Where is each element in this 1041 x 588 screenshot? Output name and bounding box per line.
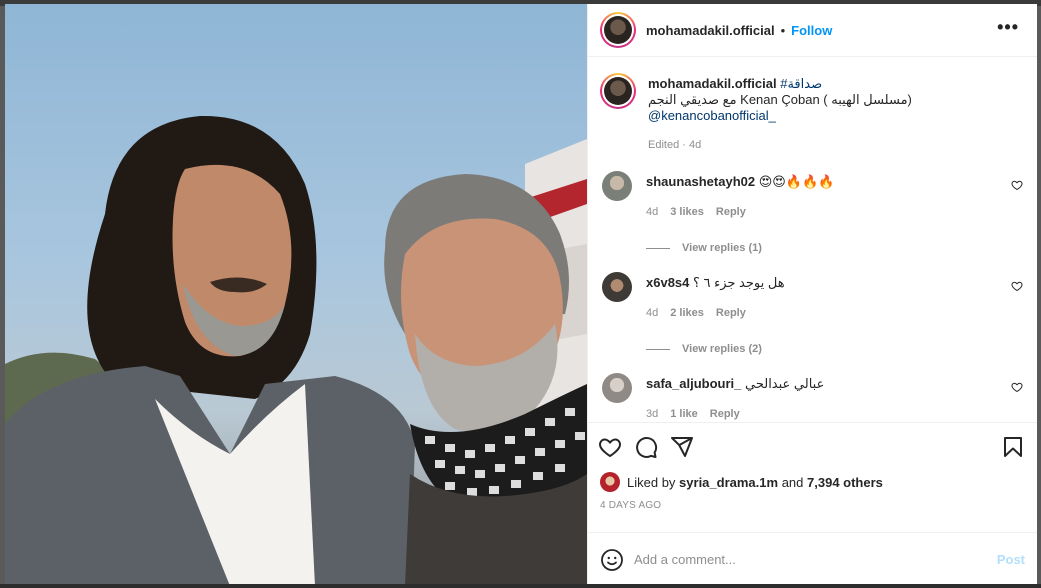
likes-middle: and bbox=[781, 474, 804, 490]
share-icon[interactable] bbox=[670, 435, 694, 459]
replies-line bbox=[646, 348, 670, 350]
reply-button[interactable]: Reply bbox=[716, 305, 746, 321]
separator-dot: • bbox=[780, 22, 786, 38]
comment-avatar[interactable] bbox=[602, 171, 632, 201]
reply-button[interactable]: Reply bbox=[716, 204, 746, 220]
comment-item: x6v8s4 هل يوجد جزء ٦ ؟ 4d 2 likes Reply bbox=[600, 272, 1025, 321]
view-replies-button[interactable]: View replies (1) bbox=[646, 242, 1025, 254]
post-modal: mohamadakil.official • Follow ••• mohama… bbox=[5, 4, 1037, 586]
comment-time: 4d bbox=[646, 307, 659, 319]
post-timestamp: 4 DAYS AGO bbox=[600, 500, 662, 511]
post-button[interactable]: Post bbox=[997, 552, 1025, 567]
action-bar bbox=[588, 422, 1037, 470]
comments-list[interactable]: mohamadakil.official #صداقة مع صديقي الن… bbox=[588, 57, 1037, 422]
post-caption: mohamadakil.official #صداقة مع صديقي الن… bbox=[600, 73, 1025, 153]
bookmark-icon[interactable] bbox=[1001, 435, 1025, 459]
follow-button[interactable]: Follow bbox=[791, 23, 832, 38]
caption-username[interactable]: mohamadakil.official bbox=[648, 76, 777, 91]
likes-prefix: Liked by bbox=[627, 474, 676, 490]
comment-text: 😍😍🔥🔥🔥 bbox=[758, 174, 835, 189]
replies-line bbox=[646, 247, 670, 249]
comment-heart-icon[interactable] bbox=[1011, 280, 1023, 292]
more-options-icon[interactable]: ••• bbox=[997, 18, 1019, 36]
comment-heart-icon[interactable] bbox=[1011, 179, 1023, 191]
comment-likes[interactable]: 1 like bbox=[670, 406, 698, 422]
liker-avatar[interactable] bbox=[600, 472, 620, 492]
post-header: mohamadakil.official • Follow ••• bbox=[588, 4, 1037, 57]
comment-text: عبالي عبدالحي bbox=[745, 376, 825, 391]
comment-heart-icon[interactable] bbox=[1011, 381, 1023, 393]
post-photo-illustration bbox=[5, 115, 587, 586]
author-username[interactable]: mohamadakil.official bbox=[646, 23, 775, 38]
comment-time: 3d bbox=[646, 408, 659, 420]
post-side-panel: mohamadakil.official • Follow ••• mohama… bbox=[587, 4, 1037, 586]
likes-summary: Liked by syria_drama.1m and 7,394 others bbox=[588, 470, 1037, 494]
backdrop-bottom bbox=[0, 584, 1041, 588]
caption-meta: Edited · 4d bbox=[648, 139, 702, 151]
heart-icon[interactable] bbox=[598, 435, 622, 459]
comment-username[interactable]: x6v8s4 bbox=[646, 275, 689, 290]
comment-username[interactable]: safa_aljubouri_ bbox=[646, 376, 741, 391]
comment-avatar[interactable] bbox=[602, 272, 632, 302]
comment-likes[interactable]: 3 likes bbox=[670, 204, 704, 220]
view-replies-button[interactable]: View replies (2) bbox=[646, 343, 1025, 355]
comment-item: shaunashetayh02 😍😍🔥🔥🔥 4d 3 likes Reply bbox=[600, 171, 1025, 220]
caption-mention[interactable]: @kenancobanofficial_ bbox=[648, 108, 776, 123]
comment-icon[interactable] bbox=[634, 435, 658, 459]
comment-text: هل يوجد جزء ٦ ؟ bbox=[693, 275, 785, 290]
caption-text: مع صديقي النجم Kenan Çoban ( مسلسل الهيب… bbox=[648, 92, 912, 107]
comment-username[interactable]: shaunashetayh02 bbox=[646, 174, 755, 189]
emoji-icon[interactable] bbox=[600, 548, 624, 572]
view-replies-label: View replies (1) bbox=[682, 242, 762, 254]
caption-avatar[interactable] bbox=[600, 73, 636, 109]
post-photo[interactable] bbox=[5, 4, 587, 586]
view-replies-label: View replies (2) bbox=[682, 343, 762, 355]
likes-others[interactable]: 7,394 others bbox=[807, 475, 883, 490]
comment-item: safa_aljubouri_ عبالي عبدالحي 3d 1 like … bbox=[600, 373, 1025, 422]
liker-username[interactable]: syria_drama.1m bbox=[679, 475, 778, 490]
author-avatar[interactable] bbox=[600, 12, 636, 48]
comment-avatar[interactable] bbox=[602, 373, 632, 403]
caption-hashtag[interactable]: #صداقة bbox=[780, 76, 822, 91]
comment-likes[interactable]: 2 likes bbox=[670, 305, 704, 321]
reply-button[interactable]: Reply bbox=[710, 406, 740, 422]
comment-time: 4d bbox=[646, 206, 659, 218]
add-comment-bar: Post bbox=[588, 532, 1037, 586]
comment-input[interactable] bbox=[634, 552, 997, 567]
